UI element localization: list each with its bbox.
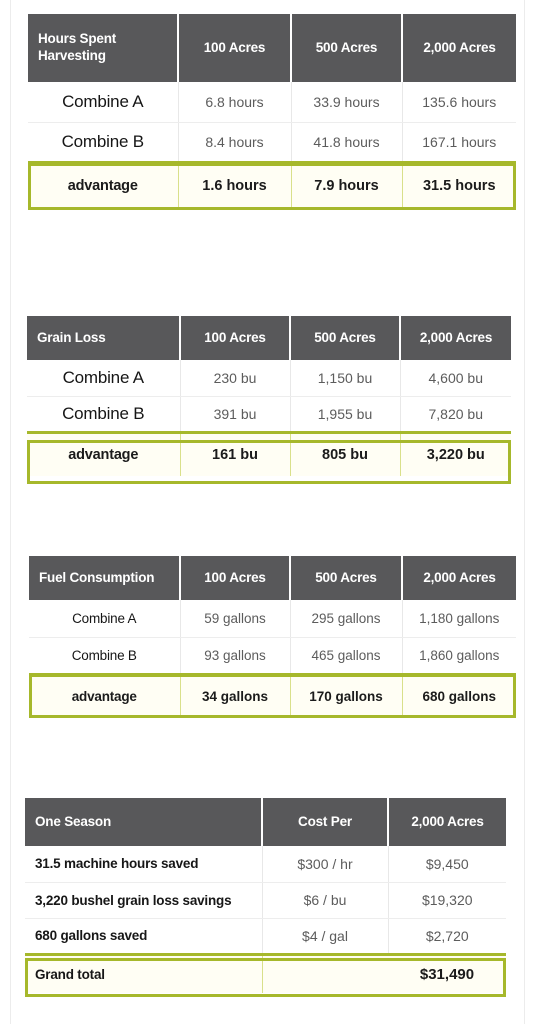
cell-500-acres: 295 gallons bbox=[290, 600, 403, 638]
cell-cost-per: $4 / gal bbox=[262, 918, 389, 955]
table-row: 680 gallons saved $4 / gal $2,720 bbox=[25, 918, 506, 955]
cell-2000-acres: 31.5 hours bbox=[402, 160, 516, 209]
cell-2000-acres: 167.1 hours bbox=[402, 122, 516, 163]
cell-2000-acres: 1,860 gallons bbox=[402, 637, 516, 675]
table-row: Combine A 59 gallons 295 gallons 1,180 g… bbox=[29, 600, 516, 638]
row-label: 680 gallons saved bbox=[25, 918, 263, 955]
table-row-advantage: advantage 161 bu 805 bu 3,220 bu bbox=[27, 430, 511, 476]
comparison-tables-sheet: Hours Spent Harvesting 100 Acres 500 Acr… bbox=[0, 0, 538, 1024]
cell-2000-acres: 3,220 bu bbox=[400, 430, 511, 476]
cell-500-acres: 170 gallons bbox=[290, 672, 403, 718]
cell-2000-acres: $9,450 bbox=[388, 846, 506, 883]
cell-500-acres: 7.9 hours bbox=[291, 160, 403, 209]
column-header-title: Grain Loss bbox=[27, 316, 181, 360]
column-header-2000-acres: 2,000 Acres bbox=[402, 14, 516, 82]
page-right-rule bbox=[524, 0, 525, 1024]
table-row: Combine B 93 gallons 465 gallons 1,860 g… bbox=[29, 637, 516, 675]
cell-grand-total-amount: $31,490 bbox=[388, 952, 506, 993]
table-one-season: One Season Cost Per 2,000 Acres 31.5 mac… bbox=[25, 798, 506, 993]
page-left-rule bbox=[10, 0, 11, 1024]
row-label: advantage bbox=[27, 430, 181, 476]
table-row-advantage: advantage 34 gallons 170 gallons 680 gal… bbox=[29, 672, 516, 718]
cell-2000-acres: 1,180 gallons bbox=[402, 600, 516, 638]
column-header-100-acres: 100 Acres bbox=[180, 556, 291, 600]
column-header-2000-acres: 2,000 Acres bbox=[388, 798, 506, 846]
cell-500-acres: 805 bu bbox=[290, 430, 401, 476]
column-header-500-acres: 500 Acres bbox=[291, 14, 403, 82]
table-hours-spent-harvesting: Hours Spent Harvesting 100 Acres 500 Acr… bbox=[28, 14, 516, 209]
cell-cost-per bbox=[262, 952, 388, 993]
column-header-title: Fuel Consumption bbox=[29, 556, 181, 600]
table-header-row: One Season Cost Per 2,000 Acres bbox=[25, 798, 506, 846]
table-header-row: Grain Loss 100 Acres 500 Acres 2,000 Acr… bbox=[27, 316, 511, 360]
cell-cost-per: $300 / hr bbox=[262, 846, 389, 883]
table-header-row: Fuel Consumption 100 Acres 500 Acres 2,0… bbox=[29, 556, 516, 600]
table-grain-loss: Grain Loss 100 Acres 500 Acres 2,000 Acr… bbox=[27, 316, 511, 476]
column-header-2000-acres: 2,000 Acres bbox=[402, 556, 516, 600]
column-header-100-acres: 100 Acres bbox=[178, 14, 292, 82]
cell-100-acres: 230 bu bbox=[180, 360, 291, 397]
cell-100-acres: 59 gallons bbox=[180, 600, 291, 638]
table-row: Combine A 6.8 hours 33.9 hours 135.6 hou… bbox=[28, 82, 516, 123]
cell-100-acres: 34 gallons bbox=[180, 672, 291, 718]
column-header-2000-acres: 2,000 Acres bbox=[400, 316, 511, 360]
cell-2000-acres: 7,820 bu bbox=[400, 396, 511, 433]
row-label: Combine A bbox=[29, 600, 181, 638]
row-label: advantage bbox=[29, 672, 181, 718]
cell-500-acres: 1,955 bu bbox=[290, 396, 401, 433]
table-row: Combine B 391 bu 1,955 bu 7,820 bu bbox=[27, 396, 511, 433]
row-label: Combine B bbox=[28, 122, 179, 163]
cell-500-acres: 465 gallons bbox=[290, 637, 403, 675]
row-label: Combine A bbox=[27, 360, 181, 397]
cell-2000-acres: 135.6 hours bbox=[402, 82, 516, 123]
table-header-row: Hours Spent Harvesting 100 Acres 500 Acr… bbox=[28, 14, 516, 82]
row-label: advantage bbox=[28, 160, 179, 209]
cell-500-acres: 33.9 hours bbox=[291, 82, 403, 123]
row-label: 31.5 machine hours saved bbox=[25, 846, 263, 883]
table-fuel-consumption: Fuel Consumption 100 Acres 500 Acres 2,0… bbox=[29, 556, 516, 718]
column-header-cost-per: Cost Per bbox=[262, 798, 389, 846]
column-header-100-acres: 100 Acres bbox=[180, 316, 291, 360]
column-header-title: One Season bbox=[25, 798, 263, 846]
table-row-advantage: advantage 1.6 hours 7.9 hours 31.5 hours bbox=[28, 160, 516, 209]
column-header-500-acres: 500 Acres bbox=[290, 316, 401, 360]
cell-500-acres: 1,150 bu bbox=[290, 360, 401, 397]
cell-2000-acres: 680 gallons bbox=[402, 672, 516, 718]
table-row: 3,220 bushel grain loss savings $6 / bu … bbox=[25, 882, 506, 919]
cell-100-acres: 391 bu bbox=[180, 396, 291, 433]
cell-100-acres: 6.8 hours bbox=[178, 82, 292, 123]
cell-2000-acres: $2,720 bbox=[388, 918, 506, 955]
row-label: Grand total bbox=[25, 952, 263, 993]
cell-2000-acres: $19,320 bbox=[388, 882, 506, 919]
table-row: Combine A 230 bu 1,150 bu 4,600 bu bbox=[27, 360, 511, 397]
row-label: Combine B bbox=[27, 396, 181, 433]
cell-2000-acres: 4,600 bu bbox=[400, 360, 511, 397]
table-row: Combine B 8.4 hours 41.8 hours 167.1 hou… bbox=[28, 122, 516, 163]
cell-100-acres: 8.4 hours bbox=[178, 122, 292, 163]
cell-100-acres: 93 gallons bbox=[180, 637, 291, 675]
column-header-title: Hours Spent Harvesting bbox=[28, 14, 179, 82]
cell-100-acres: 161 bu bbox=[180, 430, 291, 476]
table-row: 31.5 machine hours saved $300 / hr $9,45… bbox=[25, 846, 506, 883]
table-row-grand-total: Grand total $31,490 bbox=[25, 952, 506, 993]
column-header-500-acres: 500 Acres bbox=[290, 556, 403, 600]
cell-500-acres: 41.8 hours bbox=[291, 122, 403, 163]
row-label: Combine A bbox=[28, 82, 179, 123]
row-label: Combine B bbox=[29, 637, 181, 675]
row-label: 3,220 bushel grain loss savings bbox=[25, 882, 263, 919]
cell-cost-per: $6 / bu bbox=[262, 882, 389, 919]
cell-100-acres: 1.6 hours bbox=[178, 160, 292, 209]
